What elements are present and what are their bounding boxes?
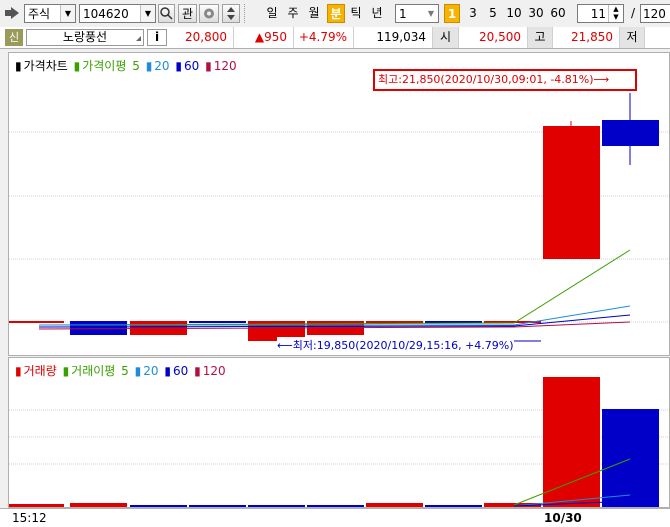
tab-minute[interactable]: 분 bbox=[327, 4, 345, 23]
tab-year[interactable]: 년 bbox=[368, 4, 386, 23]
low-price bbox=[645, 27, 670, 48]
volume-chart-panel[interactable]: ▮ 거래량 ▮ 거래이평 5 ▮ 20 ▮ 60 ▮ 120 bbox=[8, 357, 670, 508]
market-select[interactable]: 주식 ▼ bbox=[24, 4, 76, 23]
low-annotation: ⟵최저:19,850(2020/10/29,15:16, +4.79%) bbox=[277, 337, 514, 353]
new-badge: 신 bbox=[5, 29, 23, 46]
stock-name[interactable]: 노랑풍선 bbox=[26, 29, 144, 46]
volume-bar bbox=[366, 503, 423, 507]
candle-down bbox=[70, 321, 127, 335]
tab-month[interactable]: 월 bbox=[305, 4, 323, 23]
gear-icon bbox=[204, 8, 214, 19]
interval-select[interactable]: 1 ▼ bbox=[395, 4, 439, 23]
tab-tick[interactable]: 틱 bbox=[347, 4, 365, 23]
interval-30[interactable]: 30 bbox=[526, 4, 546, 23]
volume-bar bbox=[307, 505, 364, 507]
volume-bar bbox=[130, 505, 187, 507]
volume-bar bbox=[70, 503, 127, 507]
volume-bar bbox=[248, 505, 305, 507]
interval-10[interactable]: 10 bbox=[504, 4, 524, 23]
search-icon bbox=[160, 7, 173, 20]
interval-5[interactable]: 5 bbox=[484, 4, 502, 23]
price-change-pct: +4.79% bbox=[294, 27, 354, 48]
toolbar: 주식 ▼ 104620 ▼ 관 일 주 월 분 틱 년 1 ▼ 1 3 5 10… bbox=[0, 0, 670, 28]
volume-bar bbox=[9, 504, 64, 507]
candle-flat bbox=[366, 321, 423, 323]
tab-week[interactable]: 주 bbox=[284, 4, 302, 23]
price-chart-svg bbox=[9, 93, 669, 342]
candle-up-big bbox=[543, 126, 600, 259]
tab-day[interactable]: 일 bbox=[263, 4, 281, 23]
arrow-icon[interactable] bbox=[4, 4, 22, 23]
chevron-down-icon[interactable]: ▼ bbox=[60, 5, 75, 22]
updown-button[interactable] bbox=[222, 4, 240, 23]
corner-icon bbox=[136, 36, 141, 41]
info-bar: 신 노랑풍선 i 20,800 ▲950 +4.79% 119,034 시 20… bbox=[0, 27, 670, 49]
date-label: 10/30 bbox=[544, 511, 582, 525]
volume-bar bbox=[189, 505, 246, 507]
stepper-arrows-icon[interactable]: ▲ ▼ bbox=[608, 5, 623, 22]
low-label: 저 bbox=[620, 27, 645, 48]
ma5-line bbox=[38, 249, 631, 326]
search-button[interactable] bbox=[158, 4, 175, 23]
slash: / bbox=[630, 6, 636, 20]
time-label-left: 15:12 bbox=[12, 511, 47, 525]
candle-flat bbox=[189, 321, 246, 323]
high-price: 21,850 bbox=[553, 27, 620, 48]
high-label: 고 bbox=[528, 27, 553, 48]
volume-chart-svg bbox=[9, 377, 669, 507]
interval-value: 1 bbox=[399, 7, 407, 21]
volume-bar bbox=[425, 505, 482, 507]
candle-flat bbox=[9, 321, 64, 323]
interval-60[interactable]: 60 bbox=[548, 4, 568, 23]
up-down-icon bbox=[227, 7, 235, 20]
info-button[interactable]: i bbox=[147, 29, 167, 46]
price-change: ▲950 bbox=[234, 27, 294, 48]
volume-bar-big bbox=[602, 409, 659, 507]
settings-button[interactable] bbox=[199, 4, 219, 23]
current-price: 20,800 bbox=[170, 27, 234, 48]
code-value: 104620 bbox=[83, 7, 129, 21]
chevron-down-icon[interactable]: ▼ bbox=[140, 5, 155, 22]
open-label: 시 bbox=[433, 27, 459, 48]
price-chart-panel[interactable]: ▮ 가격차트 ▮ 가격이평 5 ▮ 20 ▮ 60 ▮ 120 최고:21,850(202… bbox=[8, 52, 670, 356]
count-value: 11 bbox=[590, 7, 606, 21]
interval-3[interactable]: 3 bbox=[464, 4, 482, 23]
volume-bar-big bbox=[543, 377, 600, 507]
open-price: 20,500 bbox=[459, 27, 528, 48]
candle-down-big bbox=[602, 120, 659, 146]
code-input[interactable]: 104620 ▼ bbox=[79, 4, 156, 23]
separator bbox=[244, 4, 248, 23]
volume-value: 119,034 bbox=[354, 27, 433, 48]
gwan-button[interactable]: 관 bbox=[178, 4, 197, 23]
chevron-down-icon[interactable]: ▼ bbox=[424, 5, 438, 22]
time-axis: 15:12 10/30 bbox=[0, 508, 670, 527]
count-stepper[interactable]: 11 ▲ ▼ bbox=[577, 4, 624, 23]
market-value: 주식 bbox=[28, 7, 51, 21]
total-input[interactable]: 120 bbox=[640, 4, 670, 23]
interval-1[interactable]: 1 bbox=[444, 4, 460, 23]
